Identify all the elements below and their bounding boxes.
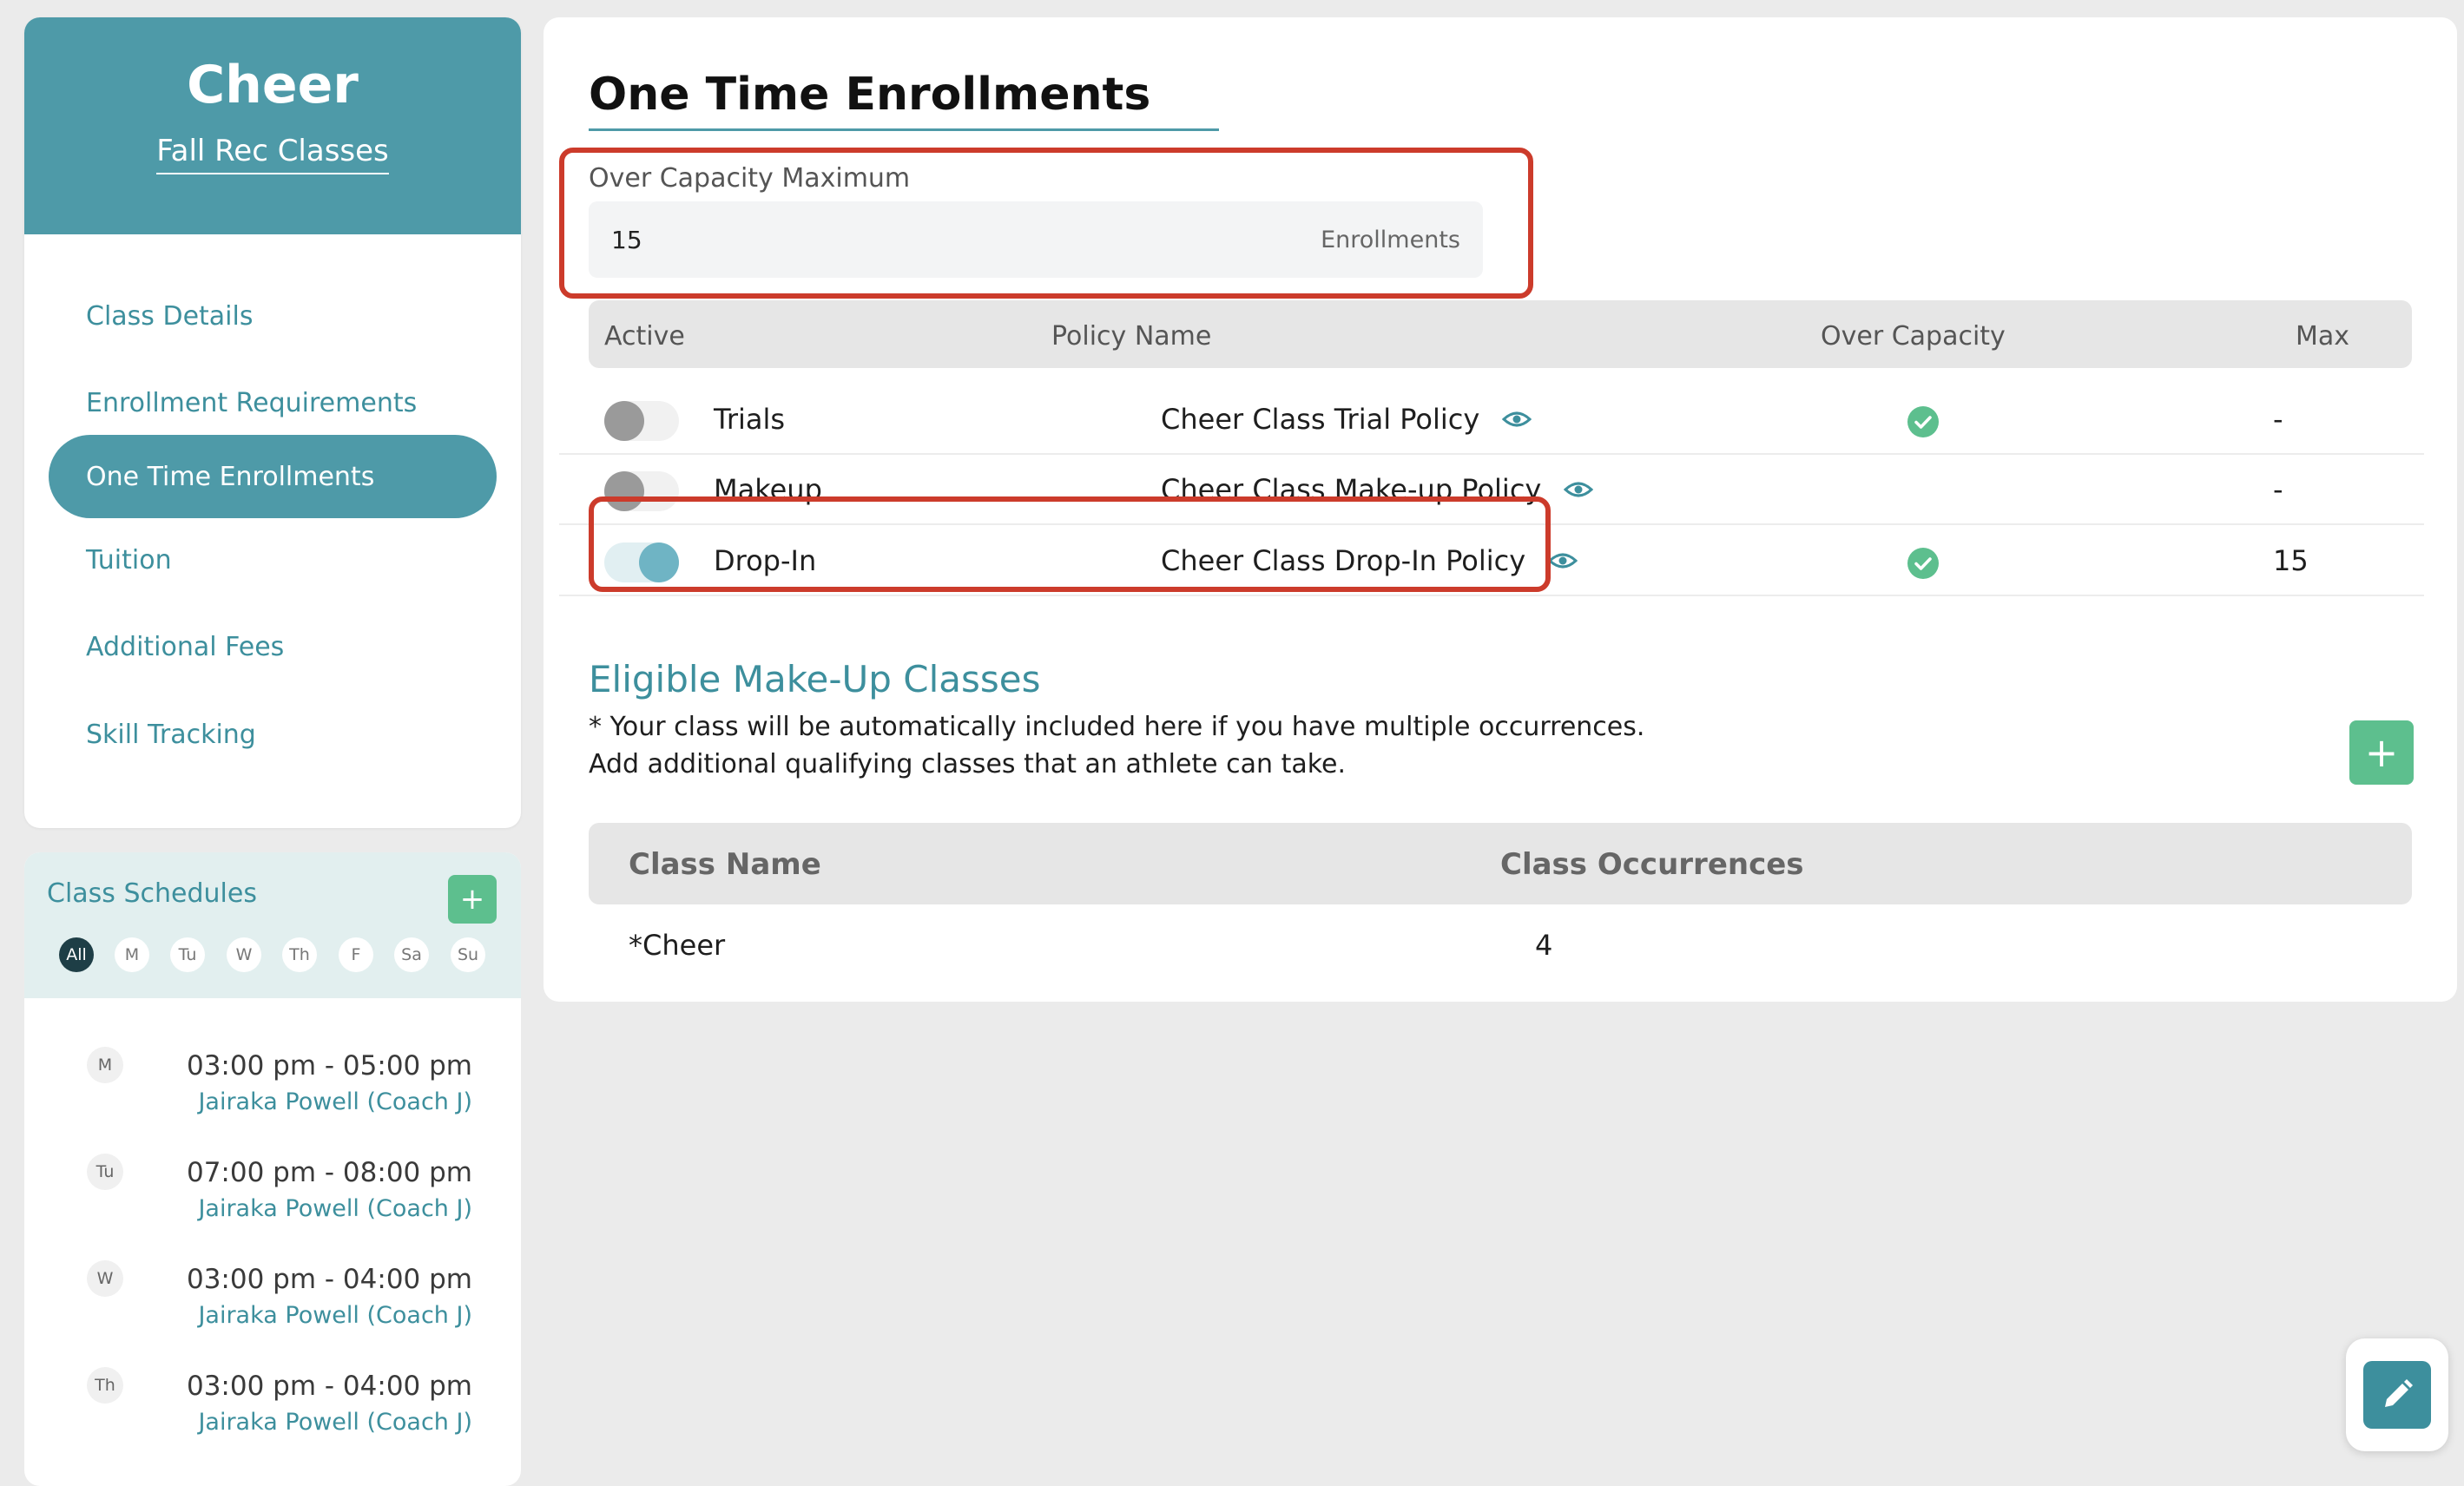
check-circle-icon	[1907, 548, 1939, 579]
makeup-class-occurrences: 4	[1535, 929, 1553, 962]
nav-item-enrollment-requirements[interactable]: Enrollment Requirements	[49, 361, 497, 444]
eye-icon[interactable]	[1502, 410, 1532, 429]
schedule-coach[interactable]: Jairaka Powell (Coach J)	[198, 1409, 472, 1436]
makeup-table-header: Class Name Class Occurrences	[589, 823, 2412, 904]
schedule-entry[interactable]: Tu 07:00 pm - 08:00 pm Jairaka Powell (C…	[24, 1154, 521, 1240]
schedule-day-badge: W	[87, 1260, 123, 1297]
policy-max: 15	[2273, 544, 2309, 577]
schedule-day-badge: M	[87, 1047, 123, 1083]
day-filter-all[interactable]: All	[59, 937, 94, 972]
schedule-coach[interactable]: Jairaka Powell (Coach J)	[198, 1195, 472, 1222]
header-max: Max	[2296, 321, 2350, 352]
schedule-coach[interactable]: Jairaka Powell (Coach J)	[198, 1088, 472, 1115]
over-capacity-unit: Enrollments	[1321, 226, 1460, 253]
trials-active-toggle[interactable]	[604, 401, 679, 441]
day-filter-sa[interactable]: Sa	[394, 937, 429, 972]
pencil-icon	[2385, 1379, 2413, 1407]
nav-item-tuition[interactable]: Tuition	[49, 518, 497, 602]
add-schedule-button[interactable]: +	[448, 875, 497, 924]
policy-name: Cheer Class Trial Policy	[1161, 403, 1532, 436]
page-title: One Time Enrollments	[589, 69, 1151, 121]
title-underline	[589, 128, 1219, 131]
schedule-coach[interactable]: Jairaka Powell (Coach J)	[198, 1302, 472, 1329]
policy-type: Trials	[714, 403, 786, 436]
day-filter-w[interactable]: W	[227, 937, 261, 972]
policy-max: -	[2273, 473, 2283, 506]
schedule-time: 03:00 pm - 04:00 pm	[186, 1371, 472, 1402]
schedule-entry[interactable]: M 03:00 pm - 05:00 pm Jairaka Powell (Co…	[24, 1047, 521, 1134]
nav-item-one-time-enrollments[interactable]: One Time Enrollments	[49, 435, 497, 518]
check-circle-icon	[1907, 406, 1939, 437]
header-class-name: Class Name	[629, 847, 821, 882]
header-over-capacity: Over Capacity	[1821, 321, 2006, 352]
nav-item-skill-tracking[interactable]: Skill Tracking	[49, 693, 497, 776]
policy-row-makeup: Makeup Cheer Class Make-up Policy -	[559, 454, 2424, 525]
header-class-occurrences: Class Occurrences	[1500, 847, 1804, 882]
policy-row-trials: Trials Cheer Class Trial Policy -	[559, 384, 2424, 455]
makeup-active-toggle[interactable]	[604, 471, 679, 511]
policies-table-header: Active Policy Name Over Capacity Max	[589, 300, 2412, 368]
makeup-class-name: *Cheer	[629, 929, 726, 962]
eye-icon[interactable]	[1564, 480, 1594, 499]
makeup-note-1: * Your class will be automatically inclu…	[589, 712, 1645, 742]
makeup-note-2: Add additional qualifying classes that a…	[589, 749, 1347, 779]
schedule-entry[interactable]: W 03:00 pm - 04:00 pm Jairaka Powell (Co…	[24, 1260, 521, 1347]
day-filter-su[interactable]: Su	[451, 937, 485, 972]
class-schedules-card: Class Schedules + All M Tu W Th F Sa Su …	[24, 852, 521, 1486]
add-makeup-class-button[interactable]: +	[2349, 720, 2414, 785]
day-filter-m[interactable]: M	[115, 937, 149, 972]
class-nav-card: Cheer Fall Rec Classes Class Details Enr…	[24, 17, 521, 828]
schedules-header: Class Schedules + All M Tu W Th F Sa Su	[24, 852, 521, 998]
policy-name: Cheer Class Make-up Policy	[1161, 473, 1594, 506]
header-policy-name: Policy Name	[1051, 321, 1212, 352]
policy-type: Makeup	[714, 473, 822, 506]
header-active: Active	[604, 321, 685, 352]
one-time-enrollments-panel: One Time Enrollments Over Capacity Maxim…	[544, 17, 2457, 1002]
schedule-entry[interactable]: Th 03:00 pm - 04:00 pm Jairaka Powell (C…	[24, 1367, 521, 1454]
over-capacity-label: Over Capacity Maximum	[589, 163, 911, 194]
schedule-time: 03:00 pm - 05:00 pm	[186, 1050, 472, 1082]
makeup-classes-title: Eligible Make-Up Classes	[589, 658, 1041, 700]
over-capacity-maximum-input[interactable]: 15 Enrollments	[589, 201, 1483, 278]
class-title: Cheer	[187, 55, 359, 115]
policy-name-text: Cheer Class Trial Policy	[1161, 403, 1480, 436]
day-filter-f[interactable]: F	[339, 937, 373, 972]
edit-button[interactable]	[2346, 1338, 2448, 1451]
over-capacity-value[interactable]: 15	[611, 226, 642, 254]
eye-icon[interactable]	[1548, 551, 1578, 570]
day-filter-th[interactable]: Th	[282, 937, 317, 972]
schedule-time: 07:00 pm - 08:00 pm	[186, 1157, 472, 1188]
policy-max: -	[2273, 403, 2283, 436]
schedule-time: 03:00 pm - 04:00 pm	[186, 1264, 472, 1295]
drop-in-active-toggle[interactable]	[604, 542, 679, 582]
policy-name-text: Cheer Class Drop-In Policy	[1161, 544, 1526, 577]
policy-name: Cheer Class Drop-In Policy	[1161, 544, 1578, 577]
edit-button-inner[interactable]	[2363, 1361, 2431, 1429]
nav-item-additional-fees[interactable]: Additional Fees	[49, 605, 497, 688]
day-filter-tu[interactable]: Tu	[170, 937, 205, 972]
policy-name-text: Cheer Class Make-up Policy	[1161, 473, 1542, 506]
schedule-day-badge: Tu	[87, 1154, 123, 1190]
nav-item-class-details[interactable]: Class Details	[49, 274, 497, 358]
policy-type: Drop-In	[714, 544, 817, 577]
policy-row-drop-in: Drop-In Cheer Class Drop-In Policy 15	[559, 525, 2424, 596]
class-header: Cheer Fall Rec Classes	[24, 17, 521, 234]
schedules-title: Class Schedules	[47, 878, 257, 909]
program-link[interactable]: Fall Rec Classes	[156, 134, 389, 174]
schedule-day-badge: Th	[87, 1367, 123, 1404]
